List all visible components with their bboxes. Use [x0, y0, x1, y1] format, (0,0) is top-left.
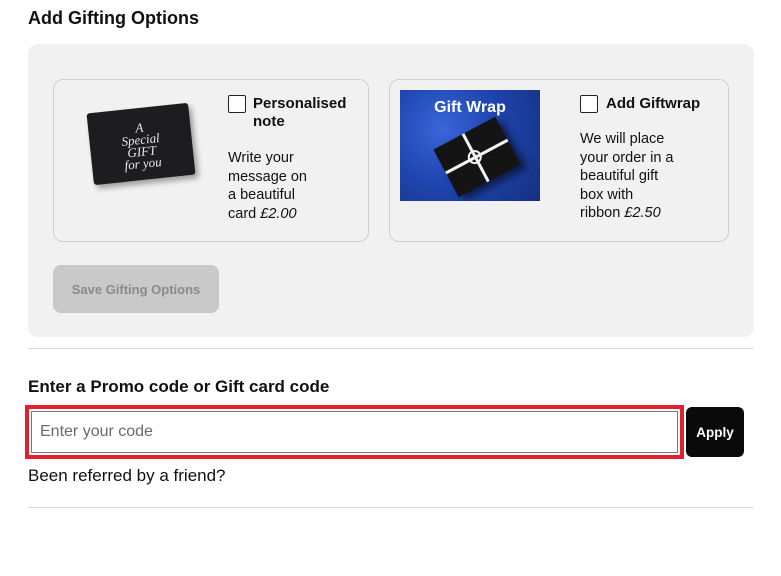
personalised-note-label-line2: note [253, 113, 285, 130]
gift-card-image-text: A Special GIFT for you [120, 119, 163, 173]
note-price: £2.00 [260, 205, 297, 222]
wrap-desc-last-text: ribbon [580, 205, 625, 221]
wrap-desc-line: box with [580, 186, 634, 203]
personalised-note-label-line1: Personalised [253, 95, 347, 112]
wrap-desc-line: We will place [580, 131, 665, 147]
note-desc-line: a beautiful [228, 187, 295, 203]
giftwrap-price: £2.50 [624, 205, 661, 221]
giftwrap-label: Add Giftwrap [606, 95, 701, 112]
giftwrap-card: Gift Wrap Add Giftwrap We will place you… [389, 79, 729, 242]
gift-card-image: A Special GIFT for you [86, 102, 196, 186]
giftwrap-description: We will place your order in a beautiful … [580, 130, 674, 223]
section-divider-bottom [28, 507, 754, 508]
promo-code-input[interactable] [31, 411, 678, 453]
personalised-note-description: Write your message on a beautiful card £… [228, 149, 307, 223]
note-desc-line: Write your [228, 150, 294, 166]
personalised-note-card: A Special GIFT for you Personalised note… [53, 79, 369, 242]
promo-title: Enter a Promo code or Gift card code [28, 377, 330, 396]
referral-link[interactable]: Been referred by a friend? [28, 466, 226, 486]
gifting-title: Add Gifting Options [28, 8, 199, 28]
wrap-desc-line: your order in a [580, 149, 674, 166]
gift-wrap-image: Gift Wrap [400, 90, 540, 201]
gift-box-icon [433, 116, 521, 198]
personalised-note-label: Personalised note [253, 95, 346, 131]
personalised-note-checkbox[interactable] [228, 95, 246, 113]
wrap-desc-line: ribbon £2.50 [580, 204, 674, 223]
note-desc-line: message on [228, 168, 307, 185]
promo-input-highlight [25, 405, 684, 459]
section-divider [28, 348, 754, 349]
gift-wrap-image-title: Gift Wrap [434, 99, 506, 116]
note-desc-last-text: card [228, 205, 261, 222]
note-desc-line: card £2.00 [228, 205, 307, 224]
save-gifting-options-button[interactable]: Save Gifting Options [53, 265, 219, 313]
apply-button[interactable]: Apply [686, 407, 744, 457]
giftwrap-checkbox[interactable] [580, 95, 598, 113]
gifting-panel: A Special GIFT for you Personalised note… [28, 44, 754, 337]
wrap-desc-line: beautiful gift [580, 168, 659, 184]
